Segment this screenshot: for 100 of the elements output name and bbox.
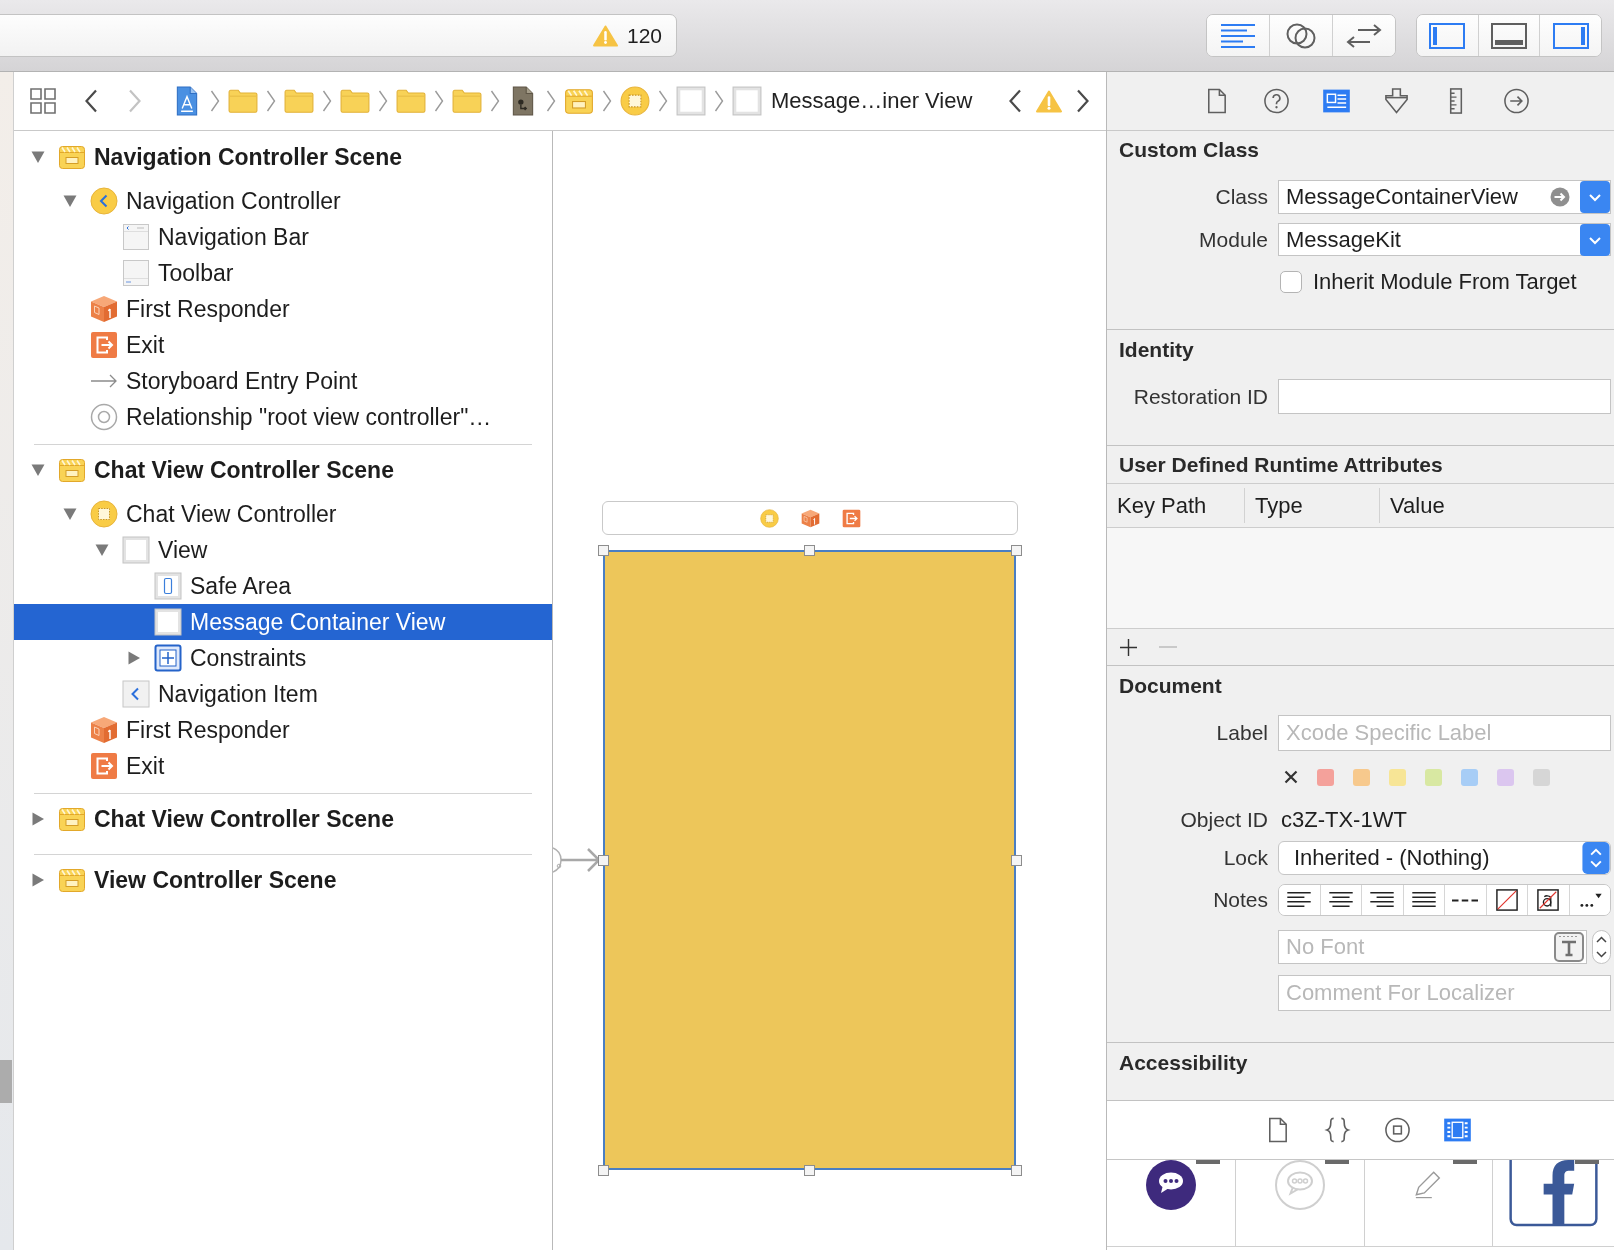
chevron-right-icon[interactable]	[1076, 89, 1090, 113]
scroll-thumb[interactable]	[0, 1060, 12, 1103]
debug-area-toggle-button[interactable]	[1477, 15, 1540, 56]
more-options-button[interactable]	[1568, 885, 1610, 915]
navigation-controller-icon	[90, 187, 118, 215]
checkbox-label[interactable]: Inherit Module From Target	[1313, 269, 1577, 295]
column-header: Value	[1379, 488, 1614, 523]
class-field[interactable]: MessageContainerView	[1278, 180, 1611, 214]
resize-handle[interactable]	[804, 1164, 815, 1176]
standard-editor-button[interactable]	[1207, 15, 1269, 56]
color-swatch-icon[interactable]	[1353, 768, 1370, 786]
resize-handle[interactable]	[597, 1164, 609, 1176]
grid-icon[interactable]	[29, 87, 57, 115]
outline-item[interactable]: Exit	[14, 327, 552, 363]
chevron-left-icon[interactable]	[84, 89, 98, 113]
attributes-icon[interactable]	[1383, 87, 1410, 115]
filled-chat-bubble-icon[interactable]	[1146, 1160, 1196, 1210]
navigation-bar-icon	[122, 223, 150, 251]
disclosure-triangle-icon[interactable]	[31, 873, 45, 887]
lock-popup[interactable]: Inherited - (Nothing)	[1278, 841, 1611, 875]
dash-icon	[1453, 1160, 1477, 1164]
dashes-icon	[1452, 898, 1479, 902]
breadcrumb-separator-icon	[658, 90, 668, 112]
chevron-left-icon[interactable]	[1008, 89, 1022, 113]
bottom-panel-icon	[1491, 22, 1527, 49]
braces-icon[interactable]	[1323, 1116, 1351, 1144]
plus-icon[interactable]	[1120, 638, 1137, 656]
safe-area-icon	[154, 572, 182, 600]
disclosure-triangle-icon[interactable]	[31, 463, 45, 477]
dash-icon	[1575, 1160, 1599, 1164]
outline-item[interactable]: Chat View Controller Scene	[14, 452, 552, 488]
outline-item[interactable]: Chat View Controller	[14, 496, 552, 532]
cube-icon[interactable]	[800, 508, 820, 528]
resize-handle[interactable]	[1010, 544, 1022, 556]
text-lines-icon	[1220, 22, 1256, 49]
utilities-toggle-button[interactable]	[1539, 15, 1601, 56]
ring-icon	[90, 403, 118, 431]
field-label: Module	[1198, 227, 1268, 252]
id-card-icon[interactable]	[1323, 87, 1350, 115]
entry-arrow[interactable]	[553, 844, 601, 876]
help-icon[interactable]	[1263, 87, 1290, 115]
disclosure-triangle-icon[interactable]	[95, 543, 109, 557]
navigator-toggle-button[interactable]	[1417, 15, 1478, 56]
outline-item[interactable]: Navigation Controller Scene	[14, 139, 552, 175]
outline-item[interactable]: View	[14, 532, 552, 568]
resize-handle[interactable]	[1010, 854, 1022, 866]
stepper-icon[interactable]	[1592, 930, 1611, 964]
disclosure-triangle-icon[interactable]	[63, 507, 77, 521]
color-swatch-icon[interactable]	[1497, 768, 1514, 786]
outline-item[interactable]: First Responder	[14, 712, 552, 748]
disclosure-triangle-icon[interactable]	[63, 194, 77, 208]
scene-icon	[58, 805, 86, 833]
outline-item[interactable]: Toolbar	[14, 255, 552, 291]
arrow-circle-icon[interactable]	[1503, 87, 1530, 115]
color-swatch-icon[interactable]	[1533, 768, 1550, 786]
outline-item[interactable]: Storyboard Entry Point	[14, 363, 552, 399]
view-icon	[154, 608, 182, 636]
resize-handle[interactable]	[1010, 1164, 1022, 1176]
assistant-editor-button[interactable]	[1269, 15, 1332, 56]
comment-field[interactable]: Comment For Localizer	[1278, 975, 1611, 1011]
breadcrumb-item[interactable]: Message…iner View	[732, 86, 973, 116]
outline-item[interactable]: View Controller Scene	[14, 862, 552, 898]
color-swatch-icon[interactable]	[1461, 768, 1478, 786]
resize-handle[interactable]	[804, 544, 815, 556]
outline-item[interactable]: Constraints	[14, 640, 552, 676]
outline-item[interactable]: Navigation Item	[14, 676, 552, 712]
square-in-circle-icon[interactable]	[1383, 1116, 1411, 1144]
dash-icon	[1196, 1160, 1220, 1164]
resize-handle[interactable]	[597, 544, 609, 556]
restoration-id-field[interactable]	[1278, 379, 1611, 414]
font-picker-icon[interactable]	[1554, 932, 1584, 962]
disclosure-triangle-icon[interactable]	[31, 150, 45, 164]
version-editor-button[interactable]	[1332, 15, 1395, 56]
color-swatch-icon[interactable]	[1425, 768, 1442, 786]
module-field[interactable]: MessageKit	[1278, 223, 1611, 256]
outline-item[interactable]: Chat View Controller Scene	[14, 801, 552, 837]
outline-item[interactable]: Relationship "root view controller"…	[14, 399, 552, 435]
color-swatch-icon[interactable]	[1317, 768, 1334, 786]
scene-icon[interactable]	[564, 86, 594, 116]
label-field[interactable]: Xcode Specific Label	[1278, 715, 1611, 751]
breadcrumb-separator-icon	[434, 90, 444, 112]
outline-item[interactable]: Exit	[14, 748, 552, 784]
disclosure-triangle-icon[interactable]	[31, 812, 45, 826]
section-header: User Defined Runtime Attributes	[1118, 453, 1444, 477]
disclosure-triangle-icon[interactable]	[127, 651, 141, 665]
outline-item[interactable]: Safe Area	[14, 568, 552, 604]
resize-handle[interactable]	[597, 854, 609, 866]
outline-item[interactable]: Message Container View	[14, 604, 552, 640]
outline-item[interactable]: Navigation Controller	[14, 183, 552, 219]
outline-item[interactable]: Navigation Bar	[14, 219, 552, 255]
checkbox[interactable]	[1280, 271, 1302, 293]
outline-item[interactable]: First Responder	[14, 291, 552, 327]
x-mark-icon[interactable]	[1284, 770, 1298, 784]
column-header: Key Path	[1116, 491, 1208, 520]
film-strip-icon[interactable]	[1443, 1116, 1471, 1144]
exit-icon[interactable]	[841, 508, 861, 528]
f-logo-icon[interactable]	[1509, 1160, 1598, 1227]
exit-icon	[90, 752, 118, 780]
color-swatch-icon[interactable]	[1389, 768, 1406, 786]
font-field[interactable]: No Font	[1278, 930, 1587, 964]
